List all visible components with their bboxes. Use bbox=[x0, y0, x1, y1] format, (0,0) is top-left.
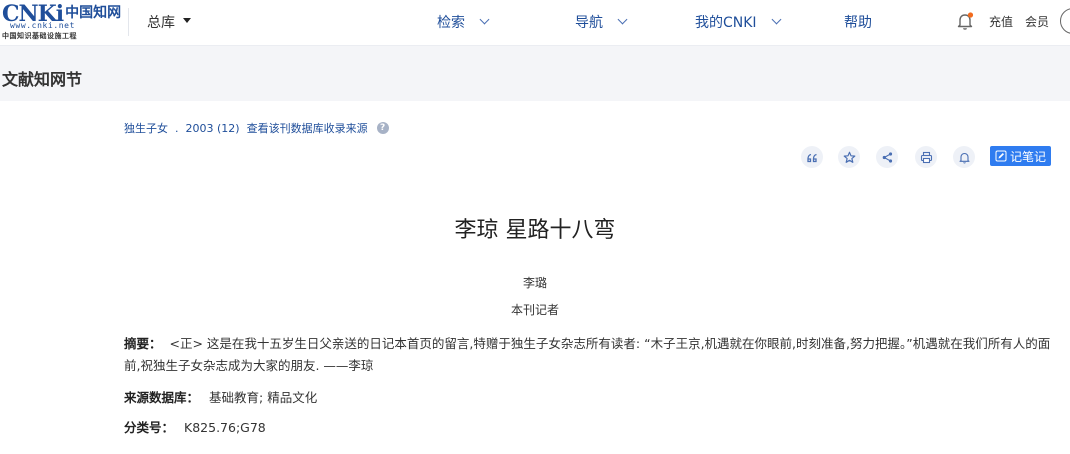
article-source: 独生子女 . 2003 (12) 查看该刊数据库收录来源 ? bbox=[124, 120, 389, 136]
article-abstract: 摘要： <正> 这是在我十五岁生日父亲送的日记本首页的留言,特赠于独生子女杂志所有… bbox=[124, 333, 1054, 377]
take-note-label: 记笔记 bbox=[1009, 149, 1046, 164]
top-navigation-bar: CNKi 中国知网 www.cnki.net 中国知识基础设施工程 总库 检索 导… bbox=[0, 0, 1070, 46]
classification-value: K825.76;G78 bbox=[184, 420, 266, 435]
caret-down-icon bbox=[183, 17, 191, 23]
quote-icon[interactable] bbox=[801, 146, 823, 168]
share-icon[interactable] bbox=[876, 146, 898, 168]
classification-row: 分类号： K825.76;G78 bbox=[124, 417, 266, 436]
logo-subtitle: 中国知识基础设施工程 bbox=[2, 32, 77, 40]
database-selector[interactable]: 总库 bbox=[147, 12, 191, 32]
nav-navigation[interactable]: 导航 bbox=[575, 12, 628, 32]
source-database-row: 来源数据库： 基础教育; 精品文化 bbox=[124, 387, 317, 406]
help-question-icon[interactable]: ? bbox=[376, 122, 389, 134]
nav-navigation-label: 导航 bbox=[575, 15, 603, 31]
nav-search[interactable]: 检索 bbox=[437, 12, 490, 32]
chevron-down-icon bbox=[617, 14, 628, 25]
recharge-link[interactable]: 充值 bbox=[989, 13, 1013, 30]
section-title: 文献知网节 bbox=[2, 70, 83, 89]
article-title: 李琼 星路十八弯 bbox=[454, 218, 616, 243]
take-note-button[interactable]: 记笔记 bbox=[990, 146, 1051, 166]
cnki-logo[interactable]: CNKi 中国知网 www.cnki.net 中国知识基础设施工程 bbox=[2, 2, 121, 42]
chevron-down-icon bbox=[479, 14, 490, 25]
classification-label: 分类号： bbox=[124, 420, 175, 435]
star-icon[interactable] bbox=[838, 146, 860, 168]
source-dot: . bbox=[175, 121, 179, 135]
bell-icon[interactable] bbox=[953, 146, 975, 168]
article-card: 独生子女 . 2003 (12) 查看该刊数据库收录来源 ? 记笔记 李琼 星路… bbox=[0, 101, 1070, 454]
nav-my-cnki[interactable]: 我的CNKI bbox=[695, 12, 782, 32]
source-database-label: 来源数据库： bbox=[124, 390, 200, 405]
pencil-icon bbox=[995, 150, 1007, 162]
source-database-value: 基础教育; 精品文化 bbox=[209, 390, 318, 405]
print-icon[interactable] bbox=[915, 146, 937, 168]
database-selector-label: 总库 bbox=[147, 15, 175, 31]
nav-help[interactable]: 帮助 bbox=[844, 12, 872, 32]
issue-link[interactable]: 2003 (12) bbox=[186, 122, 240, 135]
abstract-text: <正> 这是在我十五岁生日父亲送的日记本首页的留言,特赠于独生子女杂志所有读者:… bbox=[124, 336, 1051, 373]
abstract-label: 摘要： bbox=[124, 336, 162, 351]
notification-bell-icon[interactable] bbox=[956, 11, 974, 31]
member-link[interactable]: 会员 bbox=[1025, 13, 1049, 30]
nav-search-label: 检索 bbox=[437, 15, 465, 31]
logo-url: www.cnki.net bbox=[10, 21, 75, 30]
database-source-link[interactable]: 查看该刊数据库收录来源 bbox=[247, 120, 368, 136]
nav-my-cnki-label: 我的CNKI bbox=[695, 15, 757, 31]
journal-link[interactable]: 独生子女 bbox=[124, 120, 168, 136]
logo-divider bbox=[128, 8, 129, 36]
user-avatar[interactable] bbox=[1060, 8, 1070, 34]
chevron-down-icon bbox=[771, 14, 782, 25]
article-author[interactable]: 李璐 bbox=[0, 274, 1070, 291]
section-strip: 文献知网节 bbox=[0, 47, 1070, 101]
article-organization: 本刊记者 bbox=[510, 303, 559, 317]
